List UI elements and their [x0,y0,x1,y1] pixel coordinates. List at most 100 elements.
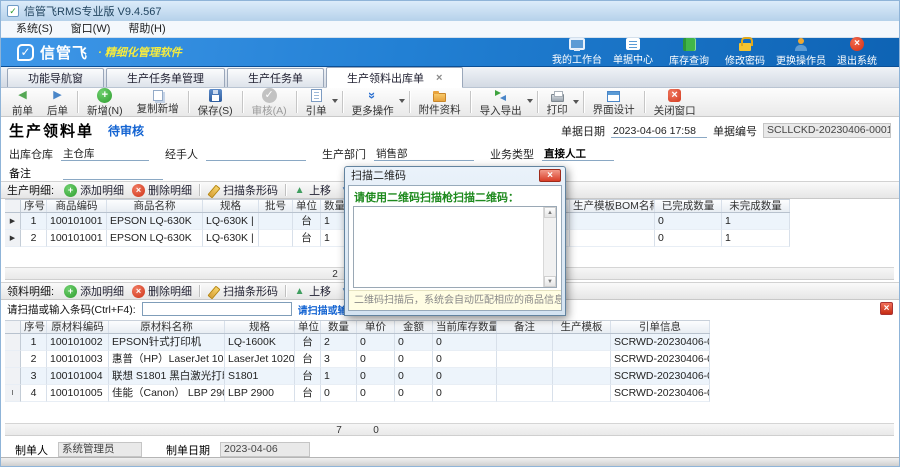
close-window-button[interactable]: 关闭窗口 [647,87,703,118]
ui-design-button[interactable]: 界面设计 [586,88,642,117]
add-detail-button[interactable]: 添加明细 [60,182,128,198]
add-detail-button[interactable]: 添加明细 [60,283,128,299]
table-cell [570,213,655,230]
menu-item-help[interactable]: 帮助(H) [119,21,174,38]
production-dept-field-input[interactable]: 销售部 [374,147,474,161]
tab-label: 生产任务单 [248,70,303,86]
column-header: 原材料名称 [109,321,225,333]
audit-icon [262,88,277,103]
table-cell: 0 [395,351,433,368]
table-cell: SCRWD-20230406-0001 [611,334,710,351]
audit-button[interactable]: 审核(A) [245,87,294,118]
row-selector-header [5,321,21,333]
next-doc-button[interactable]: 后单 [40,87,75,118]
menu-item-system[interactable]: 系统(S) [7,21,62,38]
move-up-button[interactable]: 上移 [289,182,335,198]
tab-function-nav[interactable]: 功能导航窗 [7,68,104,87]
table-cell: 1 [321,368,357,385]
import-export-button[interactable]: 导入导出 [473,87,535,118]
main-toolbar: 前单后单新增(N) 复制新增保存(S) 审核(A)引单更多操作附件资料导入导出打印界… [1,88,899,117]
qr-dialog-close-button[interactable]: × [539,169,561,182]
page-title: 生产领料单 [9,120,94,141]
copy-new-button[interactable]: 复制新增 [130,88,186,116]
warehouse-field: 出库仓库主仓库 [9,146,149,162]
table-cell: EPSON LQ-630K [107,213,203,230]
row-selector-header [5,200,21,212]
more-actions-button[interactable]: 更多操作 [345,87,407,118]
table-row[interactable]: 1100101002EPSON针式打印机LQ-1600K台2000SCRWD-2… [5,334,710,351]
doc-center-button[interactable]: 单据中心 [605,38,661,66]
clear-button[interactable]: × [880,302,893,315]
table-cell: LaserJet 1020 [225,351,295,368]
doc-date-input[interactable]: 2023-04-06 17:58 [611,124,707,138]
tab-production-material-outbound[interactable]: 生产领料出库单× [326,67,463,88]
table-cell: 100101005 [47,385,109,402]
print-icon [551,94,564,102]
table-cell: 3 [321,351,357,368]
save-button[interactable]: 保存(S) [191,87,240,118]
doc-no-value: SCLLCKD-20230406-0001 [763,123,891,138]
table-cell: 0 [433,368,497,385]
make-date-value: 2023-04-06 [220,442,310,457]
move-up-button[interactable]: 上移 [289,283,335,299]
delete-detail-button[interactable]: 删除明细 [128,182,196,198]
business-type-field-input[interactable]: 直接人工 [542,147,614,161]
menu-item-window[interactable]: 窗口(W) [62,21,120,38]
prev-doc-button[interactable]: 前单 [5,87,40,118]
qr-dialog-titlebar[interactable]: 扫描二维码 × [348,167,562,185]
attachment-button[interactable]: 附件资料 [412,88,468,117]
delete-detail-button[interactable]: 删除明细 [128,283,196,299]
print-button[interactable]: 打印 [540,88,581,117]
warehouse-field-input[interactable]: 主仓库 [61,147,149,161]
exit-system-button[interactable]: ×退出系统 [829,37,885,67]
workbench-button[interactable]: 我的工作台 [549,38,605,66]
qr-input[interactable] [354,207,543,287]
doc-center-icon [626,38,640,50]
table-row[interactable]: 2100101003惠普（HP）LaserJet 1020LaserJet 10… [5,351,710,368]
barcode-input[interactable] [142,302,292,316]
table-cell [497,351,553,368]
tab-production-task[interactable]: 生产任务单 [227,68,324,87]
separator [285,285,286,297]
inventory-query-button[interactable]: 库存查询 [661,38,717,67]
table-cell: 100101004 [47,368,109,385]
scroll-down-icon[interactable]: ▼ [544,276,556,287]
table-cell [497,334,553,351]
ref-doc-button[interactable]: 引单 [299,87,340,118]
column-header: 批号 [259,200,293,212]
table-cell [570,230,655,247]
table-cell: 惠普（HP）LaserJet 1020 [109,351,225,368]
change-password-button[interactable]: 修改密码 [717,37,773,67]
table-cell: 1 [21,213,47,230]
separator [77,91,78,113]
doc-header-right: 单据日期 2023-04-06 17:58 单据编号 SCLLCKD-20230… [561,123,891,139]
table-row[interactable]: 3100101004联想 S1801 黑白激光打印机S1801台1000SCRW… [5,368,710,385]
button-label: 删除明细 [148,283,192,299]
tab-production-task-mgmt[interactable]: 生产任务单管理 [106,68,225,87]
scrollbar[interactable]: ▲ ▼ [543,207,556,287]
note-input[interactable] [63,166,163,180]
scroll-up-icon[interactable]: ▲ [544,207,556,218]
next-icon [50,88,65,103]
button-label: 保存(S) [198,103,233,118]
tab-close-icon[interactable]: × [436,72,442,84]
table-cell: 0 [433,385,497,402]
table-cell: 台 [295,334,321,351]
column-header: 商品名称 [107,200,203,212]
save-icon [209,89,222,102]
table-cell: 2 [321,334,357,351]
brand-logo: ✓ 信管飞 · 精细化管理软件 [1,42,182,63]
handler-field-input[interactable] [206,147,306,161]
table-cell: 2 [21,230,47,247]
column-header: 序号 [21,321,47,333]
scan-barcode-button[interactable]: 扫描条形码 [203,182,282,198]
qr-hint: 二维码扫描后，系统会自动匹配相应的商品信息。 [349,290,561,310]
doc-header: 生产领料单 待审核 单据日期 2023-04-06 17:58 单据编号 SCL… [1,117,899,144]
switch-operator-button[interactable]: 更换操作员 [773,37,829,67]
button-label: 新增(N) [87,103,123,118]
table-row[interactable]: I4100101005佳能（Canon） LBP 2900+ 黑白激LBP 29… [5,385,710,402]
column-header: 已完成数量 [655,200,722,212]
app-window: ✓ 信管飞RMS专业版 V9.4.567 系统(S)窗口(W)帮助(H) ✓ 信… [0,0,900,467]
scan-barcode-button[interactable]: 扫描条形码 [203,283,282,299]
add-new-button[interactable]: 新增(N) [80,87,130,118]
